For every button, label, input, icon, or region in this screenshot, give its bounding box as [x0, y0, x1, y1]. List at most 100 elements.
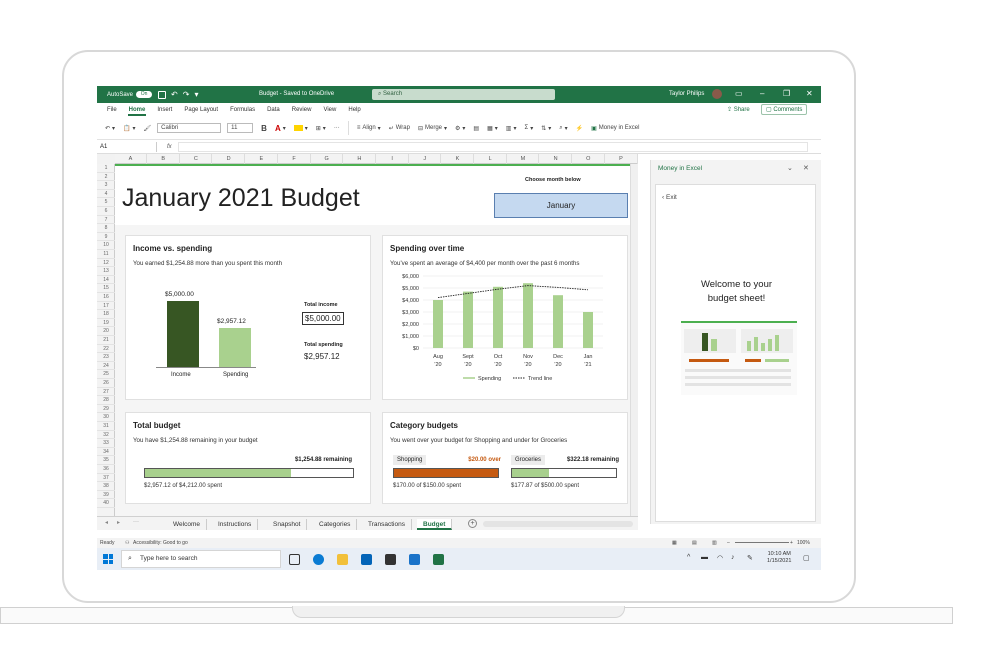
page-break-icon[interactable]: ▥ — [712, 540, 717, 546]
zoom-slider[interactable] — [735, 542, 789, 543]
column-header[interactable]: H — [344, 154, 376, 164]
autosave[interactable]: AutoSave On — [107, 91, 153, 98]
tab-next-icon[interactable]: ▸ — [117, 519, 120, 526]
exit-button[interactable]: ‹ Exit — [662, 194, 677, 201]
pen-icon[interactable]: ✎ — [747, 554, 753, 562]
autosave-toggle[interactable]: On — [136, 91, 153, 98]
windows-start-icon[interactable] — [103, 554, 113, 564]
accessibility-status[interactable]: Accessibility: Good to go — [133, 540, 188, 546]
pane-options-icon[interactable]: ⌄ — [787, 164, 793, 172]
row-header[interactable]: 29 — [97, 405, 115, 414]
menu-tab-help[interactable]: Help — [348, 107, 360, 113]
row-header[interactable]: 35 — [97, 456, 115, 465]
save-icon[interactable] — [158, 90, 167, 99]
menu-tab-view[interactable]: View — [323, 107, 336, 113]
borders-button[interactable]: ⊞ ▾ — [316, 125, 326, 132]
tab-categories[interactable]: Categories — [313, 519, 358, 530]
formula-input[interactable] — [177, 141, 808, 152]
column-header[interactable]: F — [279, 154, 311, 164]
align-button[interactable]: ≡ Align ▾ — [357, 125, 381, 132]
sort-filter-button[interactable]: ⇅ ▾ — [541, 125, 551, 132]
tab-transactions[interactable]: Transactions — [362, 519, 412, 530]
row-header[interactable]: 23 — [97, 353, 115, 362]
row-header[interactable]: 3 — [97, 181, 115, 190]
column-header[interactable]: G — [311, 154, 344, 164]
tab-prev-icon[interactable]: ◂ — [105, 519, 108, 526]
menu-tab-page-layout[interactable]: Page Layout — [184, 107, 218, 113]
vertical-scrollbar[interactable] — [630, 164, 638, 516]
row-header[interactable]: 19 — [97, 319, 115, 328]
fx-icon[interactable]: fx — [167, 144, 172, 150]
add-sheet-icon[interactable]: + — [468, 519, 477, 528]
number-format-button[interactable]: ⚙ ▾ — [455, 125, 465, 132]
row-header[interactable]: 14 — [97, 276, 115, 285]
volume-icon[interactable]: ♪ — [731, 554, 735, 561]
column-header[interactable]: A — [115, 154, 147, 164]
cells-button[interactable]: ▥ ▾ — [506, 125, 517, 132]
row-header[interactable]: 9 — [97, 233, 115, 242]
row-header[interactable]: 40 — [97, 499, 115, 508]
row-header[interactable]: 2 — [97, 173, 115, 182]
redo-icon[interactable]: ↷ — [183, 90, 190, 99]
row-header[interactable]: 32 — [97, 431, 115, 440]
column-header[interactable]: C — [180, 154, 213, 164]
row-header[interactable]: 7 — [97, 216, 115, 225]
column-header[interactable]: M — [507, 154, 540, 164]
row-header[interactable]: 28 — [97, 396, 115, 405]
column-header[interactable]: P — [606, 154, 638, 164]
row-header[interactable]: 20 — [97, 327, 115, 336]
row-header[interactable]: 34 — [97, 448, 115, 457]
zoom-out-icon[interactable]: – — [727, 540, 730, 546]
horizontal-scrollbar[interactable] — [483, 521, 633, 527]
row-header[interactable]: 30 — [97, 413, 115, 422]
conditional-format-button[interactable]: ▤ — [473, 125, 479, 132]
undo-icon[interactable]: ↶ — [171, 90, 178, 99]
menu-tab-insert[interactable]: Insert — [157, 107, 172, 113]
taskbar-clock[interactable]: 10:10 AM 1/15/2021 — [767, 551, 791, 565]
row-header[interactable]: 36 — [97, 465, 115, 474]
column-header[interactable]: D — [213, 154, 246, 164]
restore-icon[interactable]: ❐ — [783, 89, 790, 98]
row-header[interactable]: 18 — [97, 310, 115, 319]
tab-instructions[interactable]: Instructions — [212, 519, 259, 530]
undo-button[interactable]: ↶ ▾ — [105, 125, 115, 132]
search-box[interactable]: ⌕ Search — [372, 89, 555, 100]
ribbon-display-icon[interactable]: ▭ — [735, 89, 743, 98]
row-header[interactable]: 26 — [97, 379, 115, 388]
zoom-in-icon[interactable]: + — [790, 540, 793, 546]
battery-icon[interactable]: ▬ — [701, 554, 708, 561]
phone-icon[interactable] — [409, 554, 420, 565]
column-header[interactable]: I — [377, 154, 409, 164]
row-header[interactable]: 16 — [97, 293, 115, 302]
row-header[interactable]: 1 — [97, 164, 115, 173]
close-icon[interactable]: ✕ — [806, 89, 813, 98]
ideas-button[interactable]: ⚡ — [576, 125, 583, 132]
menu-tab-file[interactable]: File — [107, 107, 117, 113]
row-header[interactable]: 15 — [97, 284, 115, 293]
autosum-button[interactable]: Σ ▾ — [524, 125, 533, 132]
row-header[interactable]: 39 — [97, 491, 115, 500]
tab-snapshot[interactable]: Snapshot — [267, 519, 308, 530]
bold-button[interactable]: B — [261, 124, 267, 133]
row-header[interactable]: 5 — [97, 198, 115, 207]
row-header[interactable]: 24 — [97, 362, 115, 371]
paste-button[interactable]: 📋 ▾ — [123, 125, 136, 132]
store-icon[interactable] — [385, 554, 396, 565]
minimize-icon[interactable]: – — [760, 89, 764, 98]
menu-tab-data[interactable]: Data — [267, 107, 280, 113]
budget-sheet[interactable]: January 2021 Budget Choose month below J… — [115, 164, 630, 516]
fill-color-button[interactable]: ▾ — [293, 125, 308, 132]
menu-tab-review[interactable]: Review — [292, 107, 312, 113]
merge-button[interactable]: ⊟ Merge ▾ — [418, 125, 447, 132]
row-header[interactable]: 37 — [97, 474, 115, 483]
row-header[interactable]: 31 — [97, 422, 115, 431]
mail-icon[interactable] — [361, 554, 372, 565]
page-layout-icon[interactable]: ▤ — [692, 540, 697, 546]
month-selector[interactable]: January — [494, 193, 628, 218]
menu-tab-home[interactable]: Home — [127, 107, 147, 116]
edge-icon[interactable] — [313, 554, 324, 565]
notifications-icon[interactable]: ▢ — [803, 554, 810, 562]
taskbar-search[interactable]: ⌕ Type here to search — [121, 550, 281, 568]
row-header[interactable]: 10 — [97, 241, 115, 250]
tray-expand-icon[interactable]: ^ — [687, 554, 690, 561]
